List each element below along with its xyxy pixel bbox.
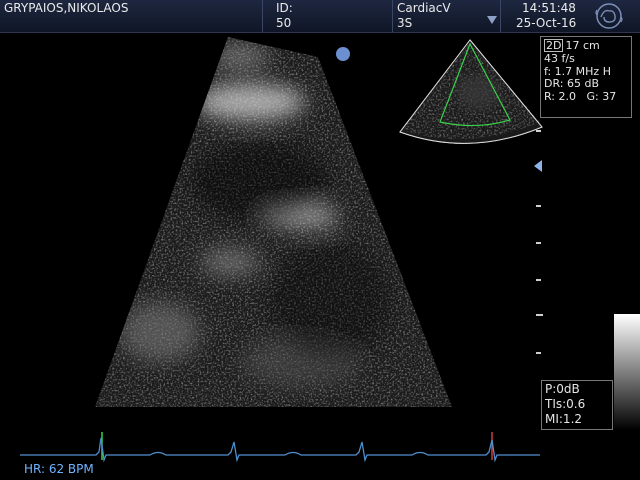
orientation-marker-icon — [336, 47, 350, 61]
mechanical-index: MI:1.2 — [545, 412, 583, 426]
header-divider — [500, 0, 501, 32]
depth-tick — [536, 279, 541, 281]
probe-name: 3S — [397, 16, 413, 30]
info-header: GRYPAIOS,NIKOLAOS ID: 50 CardiacV 3S 14:… — [0, 0, 640, 33]
patient-name: GRYPAIOS,NIKOLAOS — [4, 1, 129, 15]
focal-zone-marker-icon[interactable] — [534, 160, 542, 172]
header-divider — [392, 0, 393, 32]
application-preset: CardiacV — [397, 1, 451, 15]
depth-tick — [536, 352, 541, 354]
r-value: R: 2.0 — [544, 90, 577, 104]
image-depth: 17 cm — [565, 39, 600, 52]
gray-scale-bar — [614, 314, 640, 430]
ge-logo-icon — [595, 3, 623, 29]
patient-id-value: 50 — [276, 16, 292, 30]
heart-rate: HR: 62 BPM — [24, 462, 94, 476]
exam-date: 25-Oct-16 — [516, 16, 577, 30]
depth-tick — [536, 242, 541, 244]
ecg-trace — [20, 432, 540, 463]
acoustic-power: P:0dB — [545, 382, 580, 396]
imaging-mode: 2D — [544, 39, 564, 52]
depth-tick — [536, 314, 543, 316]
sector-thumbnail — [399, 39, 543, 144]
image-sector — [95, 37, 452, 407]
acoustic-output-panel: P:0dB TIs:0.6 MI:1.2 — [541, 380, 613, 430]
frame-rate: 43 f/s — [544, 51, 575, 65]
depth-tick — [536, 205, 541, 207]
patient-id-label: ID: — [276, 1, 293, 15]
gain-value: G: 37 — [586, 90, 617, 104]
acquisition-parameters-panel: 2D 17 cm 43 f/s f: 1.7 MHz H DR: 65 dB R:… — [540, 36, 632, 118]
preset-dropdown-icon[interactable] — [487, 16, 497, 24]
depth-tick — [536, 130, 541, 132]
thermal-index: TIs:0.6 — [545, 397, 586, 411]
header-divider — [262, 0, 263, 32]
clock-time: 14:51:48 — [522, 1, 576, 15]
